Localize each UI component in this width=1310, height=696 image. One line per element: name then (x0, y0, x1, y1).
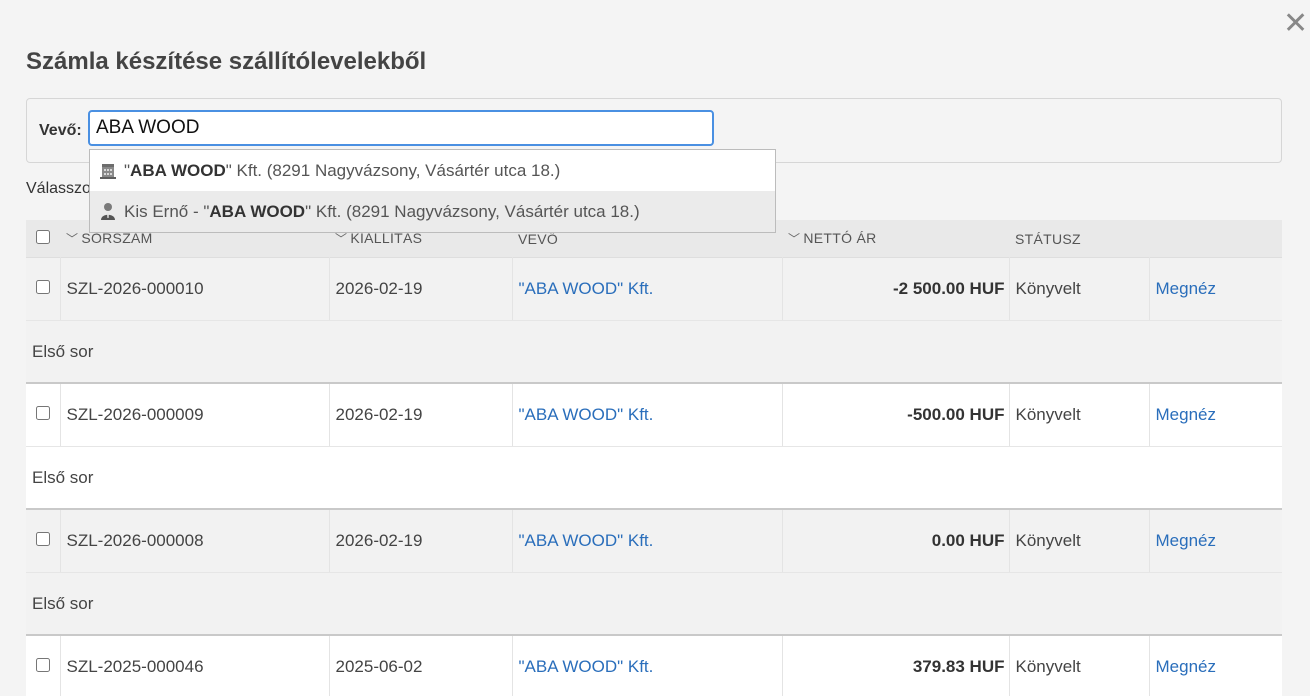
invoice-status: Könyvelt (1009, 634, 1150, 696)
invoice-net-amount: -2 500.00 HUF (782, 257, 1010, 321)
row-detail-text: Első sor (26, 320, 1282, 383)
table-row-detail: Első sor (26, 572, 1282, 635)
table-row: SZL-2026-000009 2026-02-19 "ABA WOOD" Kf… (26, 382, 1282, 447)
row-select-cell (26, 634, 61, 696)
view-link[interactable]: Megnéz (1156, 279, 1216, 298)
invoice-issued-date: 2026-02-19 (329, 508, 513, 573)
dialog-title: Számla készítése szállítólevelekből (26, 48, 427, 75)
invoice-issued-date: 2026-02-19 (329, 257, 513, 321)
invoice-issued-date: 2025-06-02 (329, 634, 513, 696)
view-link[interactable]: Megnéz (1156, 657, 1216, 676)
chevron-down-icon: ﹀ (66, 232, 79, 246)
invoice-action-cell: Megnéz (1149, 382, 1282, 447)
invoice-action-cell: Megnéz (1149, 634, 1282, 696)
autocomplete-match: ABA WOOD (130, 161, 226, 180)
table-row-detail: Első sor (26, 320, 1282, 383)
row-checkbox[interactable] (35, 658, 50, 672)
invoice-status: Könyvelt (1009, 382, 1150, 447)
chevron-down-icon: ﹀ (335, 232, 348, 246)
buyer-autocomplete-list: "ABA WOOD" Kft. (8291 Nagyvázsony, Vásár… (89, 149, 776, 233)
autocomplete-item-company[interactable]: "ABA WOOD" Kft. (8291 Nagyvázsony, Vásár… (90, 150, 775, 191)
column-header-label: STÁTUSZ (1015, 230, 1081, 247)
column-header-net[interactable]: ﹀ NETTÓ ÁR (782, 220, 1009, 258)
table-row: SZL-2026-000008 2026-02-19 "ABA WOOD" Kf… (26, 508, 1282, 573)
row-select-cell (26, 508, 61, 573)
invoice-buyer-cell: "ABA WOOD" Kft. (512, 634, 783, 696)
invoice-net-amount: -500.00 HUF (782, 382, 1010, 447)
view-link[interactable]: Megnéz (1156, 405, 1216, 424)
invoice-number: SZL-2026-000009 (60, 382, 330, 447)
select-all-cell (26, 220, 60, 258)
invoice-status: Könyvelt (1009, 508, 1150, 573)
autocomplete-suffix: " Kft. (8291 Nagyvázsony, Vásártér utca … (305, 202, 640, 221)
buyer-label: Vevő: (39, 122, 82, 139)
autocomplete-suffix: " Kft. (8291 Nagyvázsony, Vásártér utca … (225, 161, 561, 180)
table-row: SZL-2026-000010 2026-02-19 "ABA WOOD" Kf… (26, 257, 1282, 321)
column-header-actions (1149, 220, 1282, 258)
autocomplete-item-contact[interactable]: Kis Ernő - "ABA WOOD" Kft. (8291 Nagyváz… (90, 191, 775, 232)
row-checkbox[interactable] (35, 280, 50, 294)
invoice-number: SZL-2026-000010 (60, 257, 330, 321)
invoice-number: SZL-2025-000046 (60, 634, 330, 696)
column-header-status[interactable]: STÁTUSZ (1009, 220, 1149, 258)
row-checkbox[interactable] (35, 532, 50, 546)
autocomplete-match: ABA WOOD (209, 202, 306, 221)
invoice-buyer-cell: "ABA WOOD" Kft. (512, 382, 783, 447)
invoice-number: SZL-2026-000008 (60, 508, 330, 573)
column-header-label: NETTÓ ÁR (803, 230, 877, 246)
select-all-checkbox[interactable] (36, 230, 50, 244)
buyer-link[interactable]: "ABA WOOD" Kft. (519, 531, 654, 550)
invoice-action-cell: Megnéz (1149, 508, 1282, 573)
row-detail-text: Első sor (26, 446, 1282, 509)
row-select-cell (26, 382, 61, 447)
row-detail-text: Első sor (26, 572, 1282, 635)
buyer-link[interactable]: "ABA WOOD" Kft. (519, 405, 654, 424)
close-icon[interactable]: ✕ (1283, 9, 1308, 39)
table-row: SZL-2025-000046 2025-06-02 "ABA WOOD" Kf… (26, 634, 1282, 696)
row-checkbox[interactable] (35, 406, 50, 420)
invoice-buyer-cell: "ABA WOOD" Kft. (512, 508, 783, 573)
buyer-search-input[interactable] (88, 110, 714, 146)
row-select-cell (26, 257, 61, 321)
invoice-net-amount: 0.00 HUF (782, 508, 1010, 573)
view-link[interactable]: Megnéz (1156, 531, 1216, 550)
invoice-action-cell: Megnéz (1149, 257, 1282, 321)
invoice-status: Könyvelt (1009, 257, 1150, 321)
chevron-down-icon: ﹀ (788, 232, 801, 246)
invoice-buyer-cell: "ABA WOOD" Kft. (512, 257, 783, 321)
buyer-link[interactable]: "ABA WOOD" Kft. (519, 657, 654, 676)
invoice-table-container: ﹀ SORSZÁM ﹀ KIÁLLÍTÁS VEVŐ ﹀ NETTÓ ÁR STÁTU… (26, 220, 1282, 696)
table-row-detail: Első sor (26, 446, 1282, 509)
invoice-table: ﹀ SORSZÁM ﹀ KIÁLLÍTÁS VEVŐ ﹀ NETTÓ ÁR STÁTU… (26, 220, 1282, 696)
selection-hint-text: Válasszo (26, 180, 91, 197)
person-icon (101, 203, 115, 220)
building-icon (100, 164, 116, 179)
autocomplete-prefix: Kis Ernő - " (124, 202, 210, 221)
invoice-net-amount: 379.83 HUF (782, 634, 1010, 696)
buyer-link[interactable]: "ABA WOOD" Kft. (519, 279, 654, 298)
invoice-issued-date: 2026-02-19 (329, 382, 513, 447)
